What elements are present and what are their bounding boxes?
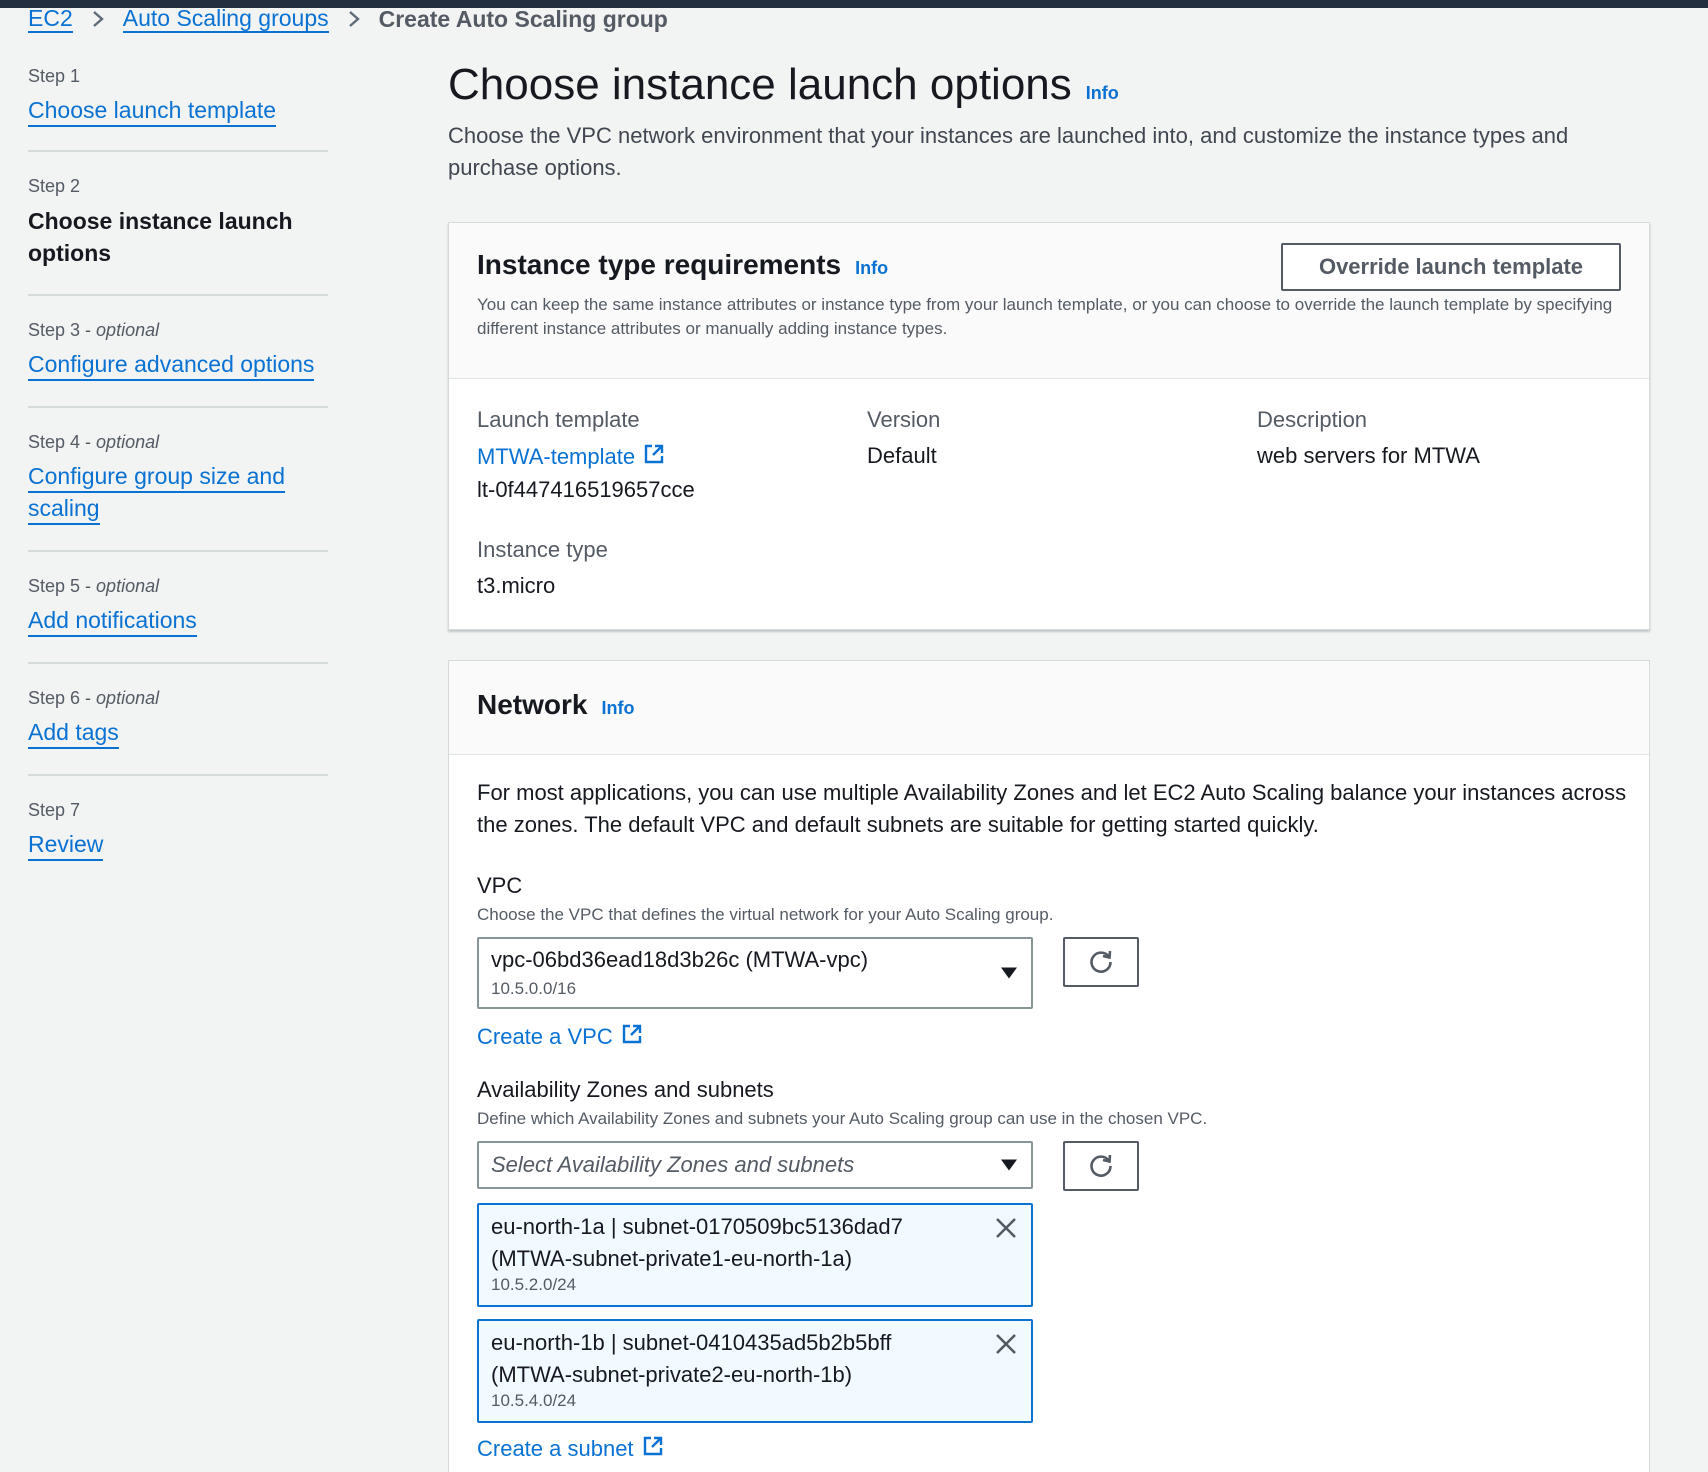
network-intro: For most applications, you can use multi… (477, 780, 1627, 837)
network-panel: Network Info For most applications, you … (448, 660, 1650, 1472)
external-link-icon (643, 443, 665, 471)
instance-panel-info-link[interactable]: Info (855, 258, 888, 279)
caret-down-icon (1001, 1159, 1017, 1171)
launch-template-id: lt-0f447416519657cce (477, 477, 695, 502)
network-panel-info-link[interactable]: Info (601, 698, 634, 719)
page-description: Choose the VPC network environment that … (448, 123, 1569, 180)
instance-type-requirements-panel: Instance type requirements Info You can … (448, 222, 1650, 630)
description-field: Description web servers for MTWA (1257, 407, 1617, 469)
vpc-select[interactable]: vpc-06bd36ead18d3b26c (MTWA-vpc) 10.5.0.… (477, 937, 1033, 1009)
step-label: Step 5 - optional (28, 576, 160, 596)
step-link-choose-launch-template[interactable]: Choose launch template (28, 95, 277, 127)
vpc-select-value: vpc-06bd36ead18d3b26c (MTWA-vpc) (491, 947, 869, 972)
breadcrumb-auto-scaling-groups[interactable]: Auto Scaling groups (122, 5, 329, 33)
breadcrumb: EC2 Auto Scaling groups Create Auto Scal… (28, 4, 668, 34)
description-value: web servers for MTWA (1257, 443, 1480, 468)
subnet-token-line2: (MTWA-subnet-private1-eu-north-1a) (491, 1246, 853, 1271)
version-label: Version (867, 407, 941, 432)
subnet-token: eu-north-1a | subnet-0170509bc5136dad7 (… (477, 1203, 1033, 1307)
chevron-right-icon (91, 9, 105, 29)
create-subnet-link[interactable]: Create a subnet (477, 1435, 664, 1463)
vpc-refresh-button[interactable] (1063, 937, 1139, 987)
vpc-description: Choose the VPC that defines the virtual … (477, 905, 1054, 924)
step-2: Step 2 Choose instance launch options (28, 152, 328, 296)
step-link-configure-group-size[interactable]: Configure group size and scaling (28, 461, 285, 525)
version-value: Default (867, 443, 937, 468)
step-current-title: Choose instance launch options (28, 205, 328, 269)
description-label: Description (1257, 407, 1368, 432)
step-4: Step 4 - optional Configure group size a… (28, 408, 328, 552)
breadcrumb-ec2[interactable]: EC2 (28, 5, 73, 33)
subnet-token-line2: (MTWA-subnet-private2-eu-north-1b) (491, 1362, 853, 1387)
step-link-configure-advanced-options[interactable]: Configure advanced options (28, 349, 315, 381)
launch-template-label: Launch template (477, 407, 640, 432)
subnet-token-cidr: 10.5.2.0/24 (491, 1275, 577, 1294)
page-title: Choose instance launch options Info (448, 60, 1648, 110)
subnet-token-cidr: 10.5.4.0/24 (491, 1391, 577, 1410)
step-current-title-line2: options (28, 240, 112, 266)
step-7: Step 7 Review (28, 776, 328, 876)
vpc-label: VPC (477, 873, 523, 898)
close-icon[interactable] (993, 1331, 1019, 1357)
step-label: Step 3 - optional (28, 320, 160, 340)
step-link-add-tags[interactable]: Add tags (28, 717, 119, 749)
az-subnets-select[interactable]: Select Availability Zones and subnets (477, 1141, 1033, 1189)
subnet-token-line1: eu-north-1a | subnet-0170509bc5136dad7 (491, 1214, 903, 1239)
chevron-right-icon (347, 9, 361, 29)
network-panel-title: Network Info (477, 689, 635, 720)
create-vpc-link[interactable]: Create a VPC (477, 1023, 643, 1051)
subnet-token-line1: eu-north-1b | subnet-0410435ad5b2b5bff (491, 1330, 892, 1355)
az-field-header: Availability Zones and subnets Define wh… (477, 1077, 1207, 1129)
step-link-add-notifications[interactable]: Add notifications (28, 605, 197, 637)
wizard-steps-nav: Step 1 Choose launch template Step 2 Cho… (28, 60, 328, 876)
step-5: Step 5 - optional Add notifications (28, 552, 328, 664)
step-current-title-line1: Choose instance launch (28, 208, 293, 234)
version-field: Version Default (867, 407, 1227, 469)
override-launch-template-button[interactable]: Override launch template (1281, 243, 1621, 291)
az-select-placeholder: Select Availability Zones and subnets (491, 1152, 855, 1177)
main-content: Choose instance launch options Info Choo… (448, 60, 1650, 1472)
instance-panel-header: Instance type requirements Info You can … (449, 223, 1649, 379)
vpc-field-header: VPC Choose the VPC that defines the virt… (477, 873, 1053, 925)
network-panel-header: Network Info (449, 661, 1649, 755)
step-3: Step 3 - optional Configure advanced opt… (28, 296, 328, 408)
external-link-icon (621, 1023, 643, 1051)
refresh-icon (1087, 1151, 1115, 1182)
step-label: Step 6 - optional (28, 688, 160, 708)
close-icon[interactable] (993, 1215, 1019, 1241)
page-info-link[interactable]: Info (1086, 83, 1119, 104)
step-label: Step 7 (28, 800, 81, 820)
instance-type-value: t3.micro (477, 573, 556, 598)
step-link-review[interactable]: Review (28, 829, 104, 861)
caret-down-icon (1001, 967, 1017, 979)
step-1: Step 1 Choose launch template (28, 60, 328, 152)
instance-type-field: Instance type t3.micro (477, 537, 837, 599)
launch-template-link[interactable]: MTWA-template (477, 443, 665, 471)
page-title-text: Choose instance launch options (448, 60, 1072, 109)
launch-template-field: Launch template MTWA-template lt-0f44741… (477, 407, 837, 503)
instance-panel-subtitle: You can keep the same instance attribute… (477, 295, 1613, 338)
refresh-icon (1087, 947, 1115, 978)
az-description: Define which Availability Zones and subn… (477, 1109, 1208, 1128)
external-link-icon (642, 1435, 664, 1463)
az-refresh-button[interactable] (1063, 1141, 1139, 1191)
subnet-token: eu-north-1b | subnet-0410435ad5b2b5bff (… (477, 1319, 1033, 1423)
step-label: Step 2 (28, 176, 81, 196)
breadcrumb-current: Create Auto Scaling group (378, 5, 668, 32)
step-6: Step 6 - optional Add tags (28, 664, 328, 776)
vpc-select-cidr: 10.5.0.0/16 (491, 979, 577, 998)
step-label: Step 1 (28, 66, 81, 86)
az-label: Availability Zones and subnets (477, 1077, 774, 1102)
instance-type-label: Instance type (477, 537, 608, 562)
step-label: Step 4 - optional (28, 432, 160, 452)
